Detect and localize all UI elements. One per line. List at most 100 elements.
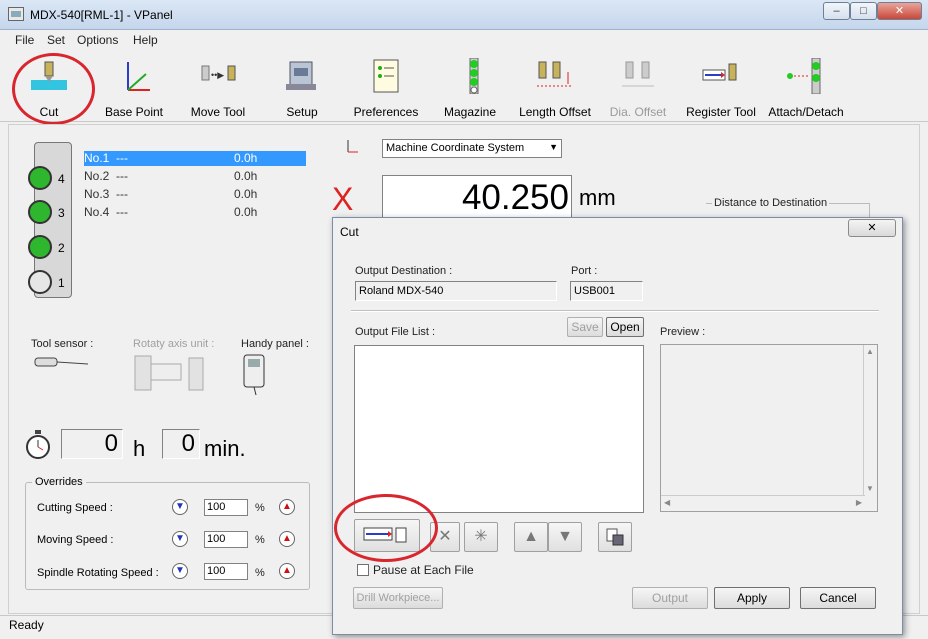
move-tool-button[interactable]: ••▶ Move Tool — [186, 54, 250, 120]
percent-label: % — [255, 534, 265, 546]
coordinate-system-select[interactable]: Machine Coordinate System ▼ — [382, 139, 562, 158]
axis-x-label: X — [332, 181, 354, 217]
menu-file[interactable]: File — [15, 33, 34, 47]
horizontal-scrollbar[interactable]: ◀ ▶ — [661, 495, 865, 511]
scroll-right-icon[interactable]: ▶ — [856, 498, 862, 507]
axis-icon — [344, 138, 360, 157]
minutes-unit: min. — [204, 436, 246, 461]
dia-offset-button[interactable]: Dia. Offset — [605, 54, 671, 120]
tool-row[interactable]: No.1 --- 0.0h — [84, 151, 306, 166]
rotary-axis-label: Rotaty axis unit : — [133, 338, 215, 350]
lamp-number: 4 — [58, 172, 65, 186]
tool-row[interactable]: No.2 --- 0.0h — [84, 169, 306, 184]
chevron-down-icon: ▼ — [549, 142, 558, 152]
decrease-button[interactable]: ▼ — [172, 563, 188, 579]
tool-row[interactable]: No.4 --- 0.0h — [84, 205, 306, 220]
move-up-icon: ▲ — [523, 528, 539, 545]
annotation-circle — [12, 53, 95, 125]
decrease-button[interactable]: ▼ — [172, 499, 188, 515]
preview-label: Preview : — [660, 326, 706, 338]
maximize-button[interactable]: □ — [850, 2, 877, 20]
cancel-button[interactable]: Cancel — [800, 587, 876, 609]
output-destination-label: Output Destination : — [355, 265, 453, 277]
magazine-icon — [450, 57, 490, 95]
tool-lamp-1 — [28, 270, 52, 294]
cutting-speed-input[interactable]: 100 — [204, 499, 248, 516]
menu-help[interactable]: Help — [133, 33, 158, 47]
lamp-number: 1 — [58, 276, 65, 290]
handy-panel-icon — [242, 353, 268, 400]
spindle-speed-input[interactable]: 100 — [204, 563, 248, 580]
decrease-button[interactable]: ▼ — [172, 531, 188, 547]
dia-offset-icon — [618, 58, 658, 94]
app-icon — [8, 7, 24, 21]
delete-icon: ✕ — [438, 528, 452, 545]
percent-label: % — [255, 567, 265, 579]
menu-set[interactable]: Set — [47, 33, 65, 47]
move-down-button[interactable]: ▼ — [548, 522, 582, 552]
open-button[interactable]: Open — [606, 317, 644, 337]
increase-button[interactable]: ▲ — [279, 499, 295, 515]
attach-detach-button[interactable]: Attach/Detach — [766, 54, 846, 120]
length-offset-icon — [535, 58, 575, 94]
preferences-icon — [366, 58, 406, 94]
menu-options[interactable]: Options — [77, 33, 118, 47]
magazine-button[interactable]: Magazine — [440, 54, 500, 120]
output-file-list-label: Output File List : — [355, 326, 436, 338]
handy-panel-label: Handy panel : — [241, 338, 309, 350]
move-up-button[interactable]: ▲ — [514, 522, 548, 552]
override-label: Moving Speed : — [37, 534, 114, 546]
vertical-scrollbar[interactable]: ▲ ▼ — [863, 345, 877, 495]
scroll-up-icon[interactable]: ▲ — [866, 347, 874, 356]
unit-label: mm — [579, 185, 616, 210]
minutes-display: 0 — [162, 429, 200, 459]
moving-speed-input[interactable]: 100 — [204, 531, 248, 548]
increase-button[interactable]: ▲ — [279, 531, 295, 547]
settings-button[interactable]: ✳ — [464, 522, 498, 552]
preview-pane: ▲ ▼ ◀ ▶ — [660, 344, 878, 512]
dialog-close-button[interactable]: ✕ — [848, 219, 896, 237]
rotary-axis-icon — [133, 352, 207, 395]
output-file-list[interactable] — [354, 345, 644, 513]
copy-button[interactable] — [598, 522, 632, 552]
lamp-number: 2 — [58, 241, 65, 255]
preferences-button[interactable]: Preferences — [352, 54, 420, 120]
setup-icon — [282, 58, 322, 94]
register-tool-button[interactable]: Register Tool — [684, 54, 758, 120]
override-label: Cutting Speed : — [37, 502, 113, 514]
title-bar: MDX-540[RML-1] - VPanel – □ ✕ — [0, 0, 928, 30]
window-title: MDX-540[RML-1] - VPanel — [30, 8, 173, 22]
setup-button[interactable]: Setup — [277, 54, 327, 120]
x-coordinate-display: 40.250 — [382, 175, 572, 219]
stopwatch-icon — [25, 430, 51, 463]
tool-lamp-3 — [28, 200, 52, 224]
output-button[interactable]: Output — [632, 587, 708, 609]
override-label: Spindle Rotating Speed : — [37, 567, 159, 579]
increase-button[interactable]: ▲ — [279, 563, 295, 579]
hours-display: 0 — [61, 429, 123, 459]
sun-icon: ✳ — [474, 528, 488, 545]
save-button[interactable]: Save — [567, 317, 603, 337]
drill-workpiece-button[interactable]: Drill Workpiece... — [353, 587, 443, 609]
scroll-down-icon[interactable]: ▼ — [866, 484, 874, 493]
distance-label: Distance to Destination — [712, 197, 830, 209]
scroll-left-icon[interactable]: ◀ — [664, 498, 670, 507]
minimize-button[interactable]: – — [823, 2, 850, 20]
svg-text:••▶: ••▶ — [211, 70, 224, 80]
move-tool-icon: ••▶ — [198, 58, 238, 94]
base-point-button[interactable]: Base Point — [103, 54, 165, 120]
pause-checkbox[interactable] — [357, 564, 369, 576]
pause-label: Pause at Each File — [373, 563, 474, 577]
close-button[interactable]: ✕ — [877, 2, 922, 20]
attach-detach-icon — [786, 57, 826, 95]
tool-lamp-4 — [28, 166, 52, 190]
lamp-number: 3 — [58, 206, 65, 220]
tool-sensor-label: Tool sensor : — [31, 338, 94, 350]
length-offset-button[interactable]: Length Offset — [516, 54, 594, 120]
percent-label: % — [255, 502, 265, 514]
copy-icon — [606, 528, 624, 546]
apply-button[interactable]: Apply — [714, 587, 790, 609]
base-point-icon — [114, 58, 154, 94]
hours-unit: h — [133, 436, 146, 461]
tool-row[interactable]: No.3 --- 0.0h — [84, 187, 306, 202]
